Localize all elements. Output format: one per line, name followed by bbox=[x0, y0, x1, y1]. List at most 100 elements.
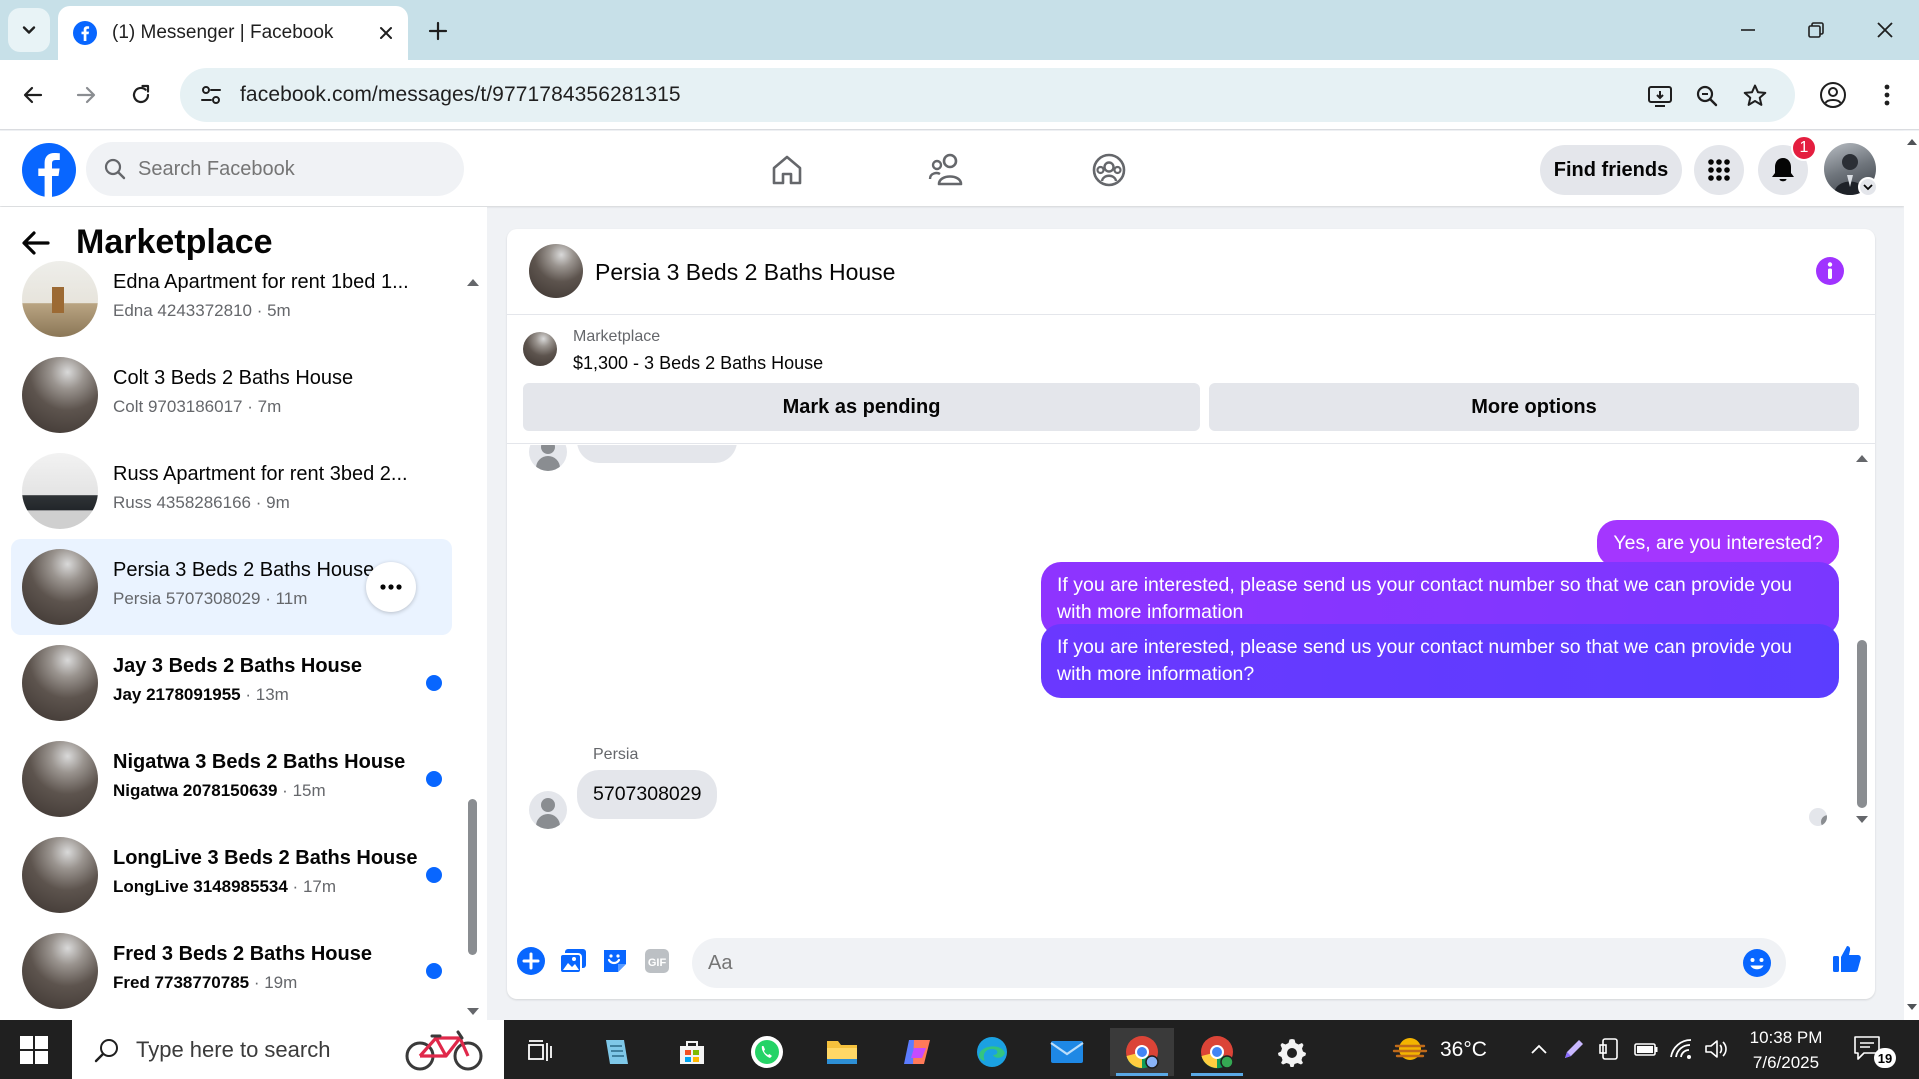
taskbar-app-mail[interactable] bbox=[1035, 1028, 1099, 1076]
scroll-up-arrow-icon[interactable] bbox=[466, 277, 480, 287]
taskbar-app-chrome-profile-1[interactable] bbox=[1110, 1028, 1174, 1076]
meet-now-tray-button[interactable] bbox=[1597, 1036, 1623, 1062]
sender-name: Persia bbox=[593, 746, 639, 763]
nav-groups[interactable] bbox=[1086, 147, 1132, 193]
taskbar-app-settings[interactable] bbox=[1260, 1028, 1324, 1076]
message-input[interactable] bbox=[708, 938, 1708, 988]
taskbar-app-copilot[interactable] bbox=[885, 1028, 949, 1076]
conversation-item[interactable]: Edna Apartment for rent 1bed 1... Edna 42… bbox=[11, 251, 452, 347]
volume-tray-button[interactable] bbox=[1703, 1036, 1729, 1062]
close-tab-icon[interactable] bbox=[378, 25, 394, 41]
new-tab-button[interactable] bbox=[420, 14, 456, 48]
page-scrollbar[interactable] bbox=[1904, 131, 1919, 1020]
facebook-logo-icon[interactable] bbox=[22, 143, 76, 197]
listing-thumbnail bbox=[22, 933, 98, 1009]
chat-avatar[interactable] bbox=[529, 244, 583, 298]
conversation-item[interactable]: LongLive 3 Beds 2 Baths House LongLive 31… bbox=[11, 827, 452, 923]
pen-tray-button[interactable] bbox=[1561, 1036, 1587, 1062]
conversation-options-button[interactable] bbox=[366, 562, 416, 612]
battery-tray-button[interactable] bbox=[1633, 1036, 1659, 1062]
previous-message-bubble[interactable] bbox=[577, 445, 737, 463]
zoom-button[interactable] bbox=[1692, 81, 1722, 111]
more-options-button[interactable]: More options bbox=[1209, 383, 1859, 431]
scroll-down-arrow-icon[interactable] bbox=[1855, 815, 1869, 825]
taskbar-app-whatsapp[interactable] bbox=[735, 1028, 799, 1076]
conversation-time: 5m bbox=[267, 301, 291, 320]
nav-home[interactable] bbox=[764, 147, 810, 193]
conversation-title: Russ Apartment for rent 3bed 2... bbox=[113, 463, 408, 485]
account-menu-caret[interactable] bbox=[1858, 177, 1878, 197]
scroll-down-arrow-icon[interactable] bbox=[466, 1007, 480, 1017]
site-settings-icon[interactable] bbox=[200, 84, 222, 106]
browser-tab-messenger[interactable]: (1) Messenger | Facebook bbox=[58, 6, 408, 60]
restore-window-button[interactable] bbox=[1786, 8, 1846, 52]
task-view-button[interactable] bbox=[508, 1028, 572, 1076]
unread-dot bbox=[426, 963, 442, 979]
url-text[interactable]: facebook.com/messages/t/9771784356281315 bbox=[240, 83, 681, 107]
conversation-item[interactable]: Persia 3 Beds 2 Baths House Persia 570730… bbox=[11, 539, 452, 635]
taskbar-app-store[interactable] bbox=[660, 1028, 724, 1076]
conversation-item[interactable]: Nigatwa 3 Beds 2 Baths House Nigatwa 2078… bbox=[11, 731, 452, 827]
back-button[interactable] bbox=[12, 74, 54, 116]
ellipsis-icon bbox=[380, 584, 402, 590]
forward-button[interactable] bbox=[65, 74, 107, 116]
message-input-container[interactable] bbox=[692, 938, 1786, 988]
find-friends-button[interactable]: Find friends bbox=[1540, 145, 1682, 195]
close-window-button[interactable] bbox=[1855, 8, 1915, 52]
contact-avatar[interactable] bbox=[529, 791, 567, 829]
minimize-window-button[interactable] bbox=[1718, 8, 1778, 52]
nav-friends[interactable] bbox=[925, 147, 971, 193]
bookmark-star-button[interactable] bbox=[1740, 81, 1770, 111]
more-actions-button[interactable] bbox=[515, 945, 547, 977]
info-icon[interactable] bbox=[1815, 256, 1845, 286]
unread-dot bbox=[426, 771, 442, 787]
conversation-item[interactable]: Russ Apartment for rent 3bed 2... Russ 43… bbox=[11, 443, 452, 539]
tab-search-button[interactable] bbox=[8, 8, 50, 52]
taskbar-app-notepad[interactable] bbox=[584, 1028, 648, 1076]
taskbar-search[interactable]: Type here to search bbox=[72, 1020, 504, 1079]
copilot-icon bbox=[904, 1040, 930, 1064]
menu-button[interactable] bbox=[1694, 145, 1744, 195]
send-like-button[interactable] bbox=[1829, 941, 1865, 977]
sidebar-scrollbar-thumb[interactable] bbox=[468, 799, 477, 955]
conversation-title: Edna Apartment for rent 1bed 1... bbox=[113, 271, 409, 293]
reload-button[interactable] bbox=[120, 74, 162, 116]
wifi-tray-button[interactable] bbox=[1669, 1036, 1695, 1062]
taskbar-app-edge[interactable] bbox=[960, 1028, 1024, 1076]
sticker-button[interactable] bbox=[599, 945, 631, 977]
browser-menu-button[interactable] bbox=[1866, 74, 1908, 116]
outgoing-message[interactable]: Yes, are you interested? bbox=[1597, 520, 1839, 567]
conversation-title: Fred 3 Beds 2 Baths House bbox=[113, 943, 372, 965]
emoji-icon[interactable] bbox=[1742, 948, 1772, 978]
address-bar[interactable]: facebook.com/messages/t/9771784356281315 bbox=[180, 68, 1795, 122]
taskbar-app-chrome-profile-2[interactable] bbox=[1185, 1028, 1249, 1076]
taskbar-app-file-explorer[interactable] bbox=[810, 1028, 874, 1076]
install-app-button[interactable] bbox=[1645, 81, 1675, 111]
outgoing-message[interactable]: If you are interested, please send us yo… bbox=[1041, 624, 1839, 698]
conversation-item[interactable]: Colt 3 Beds 2 Baths House Colt 9703186017… bbox=[11, 347, 452, 443]
gif-button[interactable]: GIF bbox=[641, 945, 673, 977]
mark-as-pending-button[interactable]: Mark as pending bbox=[523, 383, 1200, 431]
listing-description[interactable]: $1,300 - 3 Beds 2 Baths House bbox=[573, 353, 823, 374]
scroll-up-arrow-icon[interactable] bbox=[1906, 137, 1918, 146]
weather-widget[interactable]: 36°C bbox=[1392, 1030, 1487, 1070]
browser-profile-button[interactable] bbox=[1812, 74, 1854, 116]
attach-media-button[interactable] bbox=[557, 945, 589, 977]
browser-toolbar: facebook.com/messages/t/9771784356281315 bbox=[0, 60, 1919, 130]
scroll-up-arrow-icon[interactable] bbox=[1855, 453, 1869, 463]
message-scrollbar-thumb[interactable] bbox=[1857, 640, 1867, 808]
facebook-search[interactable] bbox=[86, 142, 464, 196]
taskbar-clock[interactable]: 10:38 PM 7/6/2025 bbox=[1730, 1025, 1842, 1075]
facebook-search-input[interactable] bbox=[138, 157, 438, 181]
scroll-down-arrow-icon[interactable] bbox=[1906, 1003, 1918, 1012]
incoming-message[interactable]: 5707308029 bbox=[577, 770, 718, 819]
chat-title[interactable]: Persia 3 Beds 2 Baths House bbox=[595, 259, 895, 286]
listing-thumbnail[interactable] bbox=[523, 332, 557, 366]
thumbs-up-icon bbox=[1833, 946, 1861, 972]
notification-center-button[interactable]: 19 bbox=[1852, 1034, 1904, 1070]
show-hidden-icons-button[interactable] bbox=[1526, 1036, 1552, 1062]
windows-start-icon[interactable] bbox=[14, 1032, 54, 1068]
conversation-item[interactable]: Fred 3 Beds 2 Baths House Fred 7738770785… bbox=[11, 923, 452, 1019]
notification-badge: 1 bbox=[1791, 135, 1817, 161]
conversation-item[interactable]: Jay 3 Beds 2 Baths House Jay 2178091955 ·… bbox=[11, 635, 452, 731]
